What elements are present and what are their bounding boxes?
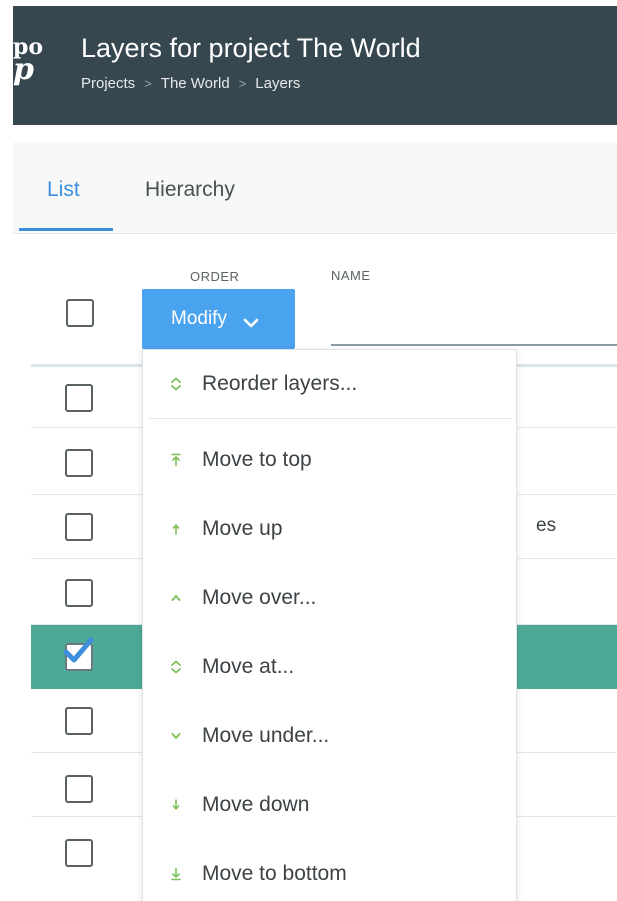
breadcrumb-separator-icon: > bbox=[238, 76, 247, 91]
row-name: es bbox=[536, 515, 557, 536]
tab-hierarchy[interactable]: Hierarchy bbox=[145, 178, 235, 202]
menu-item-label: Move over... bbox=[202, 586, 317, 609]
tab-list[interactable]: List bbox=[47, 178, 80, 202]
breadcrumb-the-world[interactable]: The World bbox=[161, 75, 230, 92]
menu-item-label: Reorder layers... bbox=[202, 372, 358, 395]
active-tab-indicator bbox=[19, 228, 113, 231]
menu-item-move-to-top[interactable]: Move to top bbox=[143, 429, 518, 491]
tab-bar: List Hierarchy bbox=[13, 142, 617, 234]
menu-divider bbox=[149, 418, 511, 419]
column-header-order: ORDER bbox=[190, 269, 240, 284]
row-checkbox[interactable] bbox=[65, 839, 93, 867]
menu-item-label: Move up bbox=[202, 517, 283, 540]
chevron-down-icon bbox=[171, 733, 181, 739]
breadcrumb-layers: Layers bbox=[255, 75, 301, 92]
row-checkbox[interactable] bbox=[65, 707, 93, 735]
move-top-icon bbox=[171, 453, 181, 467]
chevron-up-icon bbox=[171, 595, 181, 601]
menu-item-move-over[interactable]: Move over... bbox=[143, 567, 518, 629]
logo-text-bottom: p bbox=[13, 52, 34, 87]
select-all-checkbox[interactable] bbox=[66, 299, 94, 327]
reorder-icon bbox=[171, 660, 181, 674]
row-checkbox[interactable] bbox=[65, 579, 93, 607]
row-checkbox[interactable] bbox=[65, 775, 93, 803]
app-logo[interactable]: po p bbox=[13, 34, 43, 90]
app-frame: po p Layers for project The World Projec… bbox=[13, 6, 617, 901]
menu-item-move-under[interactable]: Move under... bbox=[143, 705, 518, 767]
menu-item-label: Move to top bbox=[202, 448, 312, 471]
arrow-up-icon bbox=[172, 524, 180, 535]
chevron-down-icon bbox=[243, 313, 259, 328]
menu-item-move-down[interactable]: Move down bbox=[143, 774, 518, 836]
breadcrumb-separator-icon: > bbox=[144, 76, 152, 91]
menu-item-label: Move at... bbox=[202, 655, 295, 678]
menu-item-move-to-bottom[interactable]: Move to bottom bbox=[143, 843, 518, 901]
row-checkbox[interactable] bbox=[65, 384, 93, 412]
modify-dropdown-menu: Reorder layers... Move to top Move up Mo… bbox=[142, 349, 517, 901]
move-bottom-icon bbox=[171, 867, 181, 881]
menu-item-move-at[interactable]: Move at... bbox=[143, 636, 518, 698]
page-title: Layers for project The World bbox=[81, 33, 421, 63]
breadcrumb-projects[interactable]: Projects bbox=[81, 75, 135, 92]
modify-button[interactable]: Modify bbox=[142, 289, 295, 349]
breadcrumb: Projects > The World > Layers bbox=[81, 75, 300, 92]
reorder-icon bbox=[171, 377, 181, 391]
row-checkbox[interactable] bbox=[65, 449, 93, 477]
name-filter-input[interactable] bbox=[331, 288, 617, 346]
menu-item-move-up[interactable]: Move up bbox=[143, 498, 518, 560]
menu-item-label: Move to bottom bbox=[202, 862, 347, 885]
page-header: po p Layers for project The World Projec… bbox=[13, 6, 617, 125]
modify-button-label: Modify bbox=[171, 308, 227, 329]
checkmark-icon bbox=[63, 637, 94, 663]
arrow-down-icon bbox=[172, 799, 180, 810]
menu-item-reorder-layers[interactable]: Reorder layers... bbox=[143, 353, 518, 415]
menu-item-label: Move under... bbox=[202, 724, 330, 747]
column-header-name: NAME bbox=[331, 268, 371, 283]
row-checkbox[interactable] bbox=[65, 513, 93, 541]
menu-item-label: Move down bbox=[202, 793, 310, 816]
